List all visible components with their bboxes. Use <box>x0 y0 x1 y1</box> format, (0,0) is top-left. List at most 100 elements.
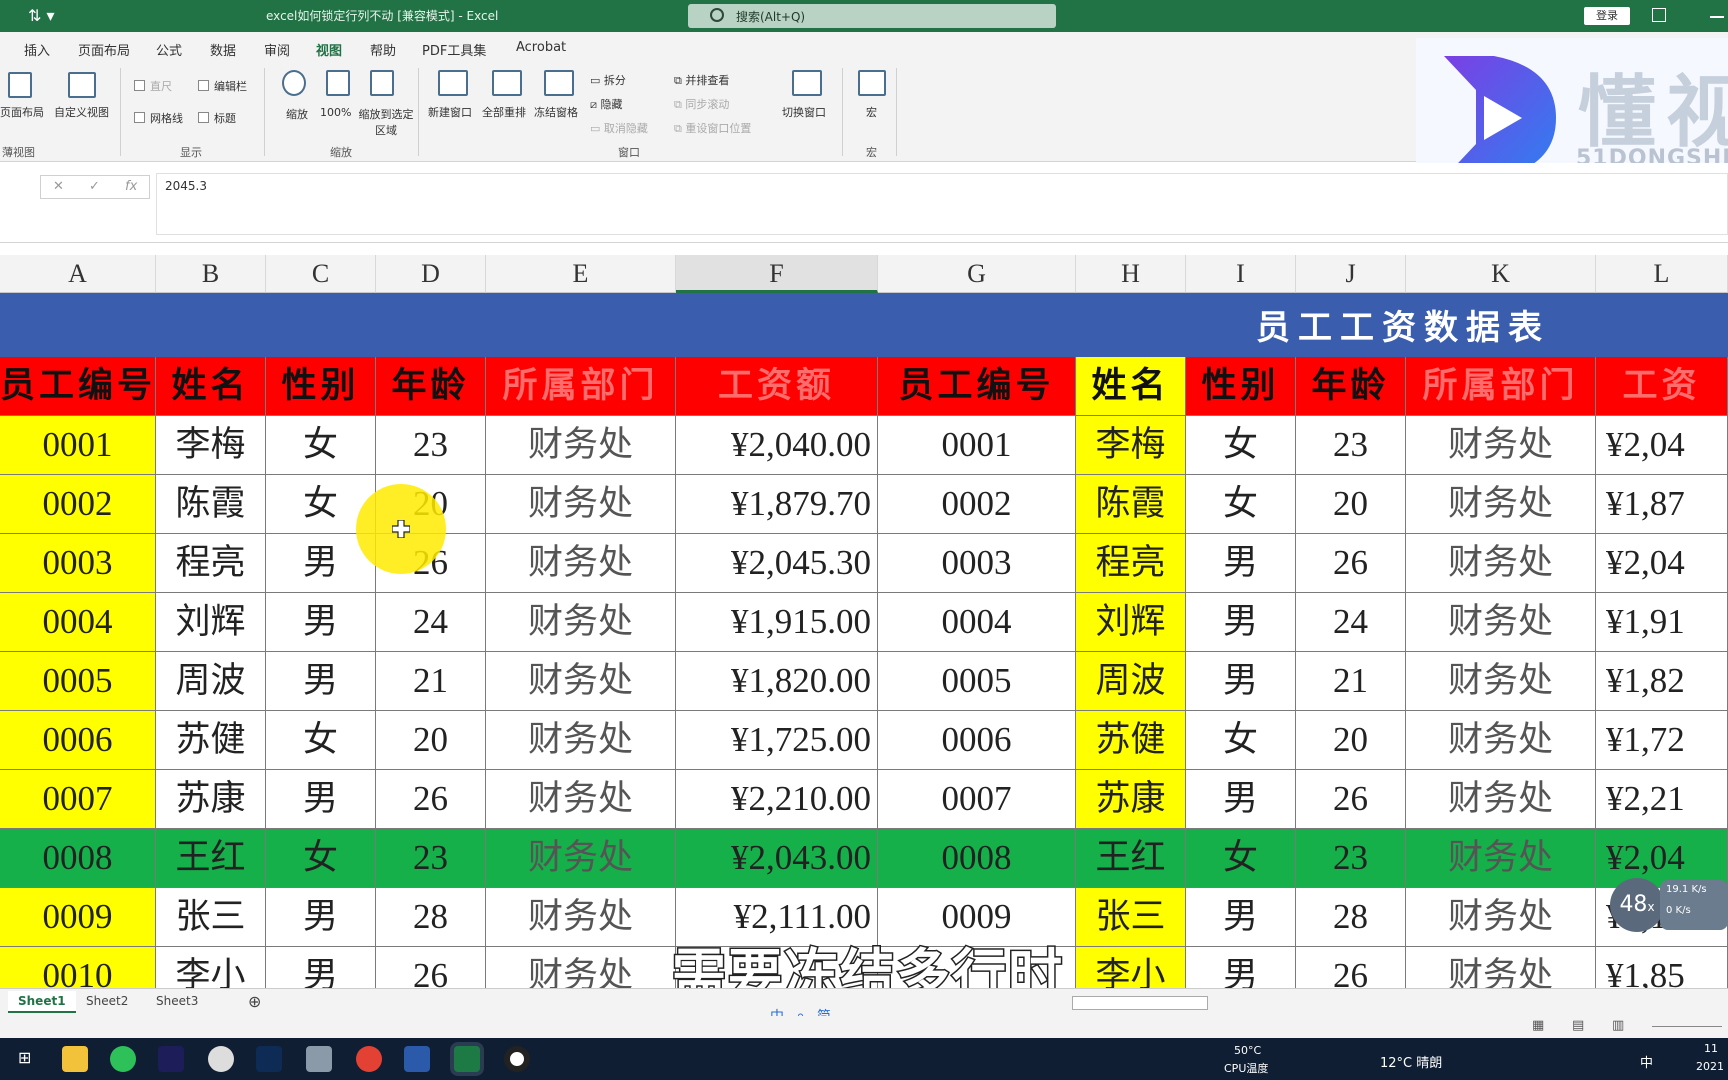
page-break-view-icon[interactable]: ▥ <box>1612 1018 1624 1033</box>
table-cell[interactable]: 男 <box>266 652 376 711</box>
table-cell[interactable]: 28 <box>376 888 486 947</box>
media-app-icon[interactable] <box>208 1046 234 1072</box>
table-cell[interactable]: 20 <box>376 711 486 770</box>
table-cell[interactable]: ¥2,21 <box>1596 770 1728 829</box>
speed-widget[interactable]: 48x <box>1610 878 1664 932</box>
header-cell[interactable]: 工资 <box>1596 357 1728 416</box>
table-cell[interactable]: 苏健 <box>1076 711 1186 770</box>
table-cell[interactable]: 0003 <box>0 534 156 593</box>
table-cell[interactable]: 财务处 <box>1406 652 1596 711</box>
table-cell[interactable]: 财务处 <box>486 652 676 711</box>
table-cell[interactable]: 男 <box>1186 593 1296 652</box>
table-cell[interactable]: 23 <box>376 416 486 475</box>
tab-data[interactable]: 数据 <box>210 40 236 59</box>
table-cell[interactable]: 0005 <box>0 652 156 711</box>
table-cell[interactable]: 女 <box>1186 416 1296 475</box>
table-cell[interactable]: 0001 <box>0 416 156 475</box>
side-by-side-button[interactable]: ⧉ 并排查看 <box>674 72 729 88</box>
table-cell[interactable]: 财务处 <box>1406 416 1596 475</box>
table-cell[interactable]: 财务处 <box>486 475 676 534</box>
sort-icon[interactable]: ⇅ ▾ <box>28 6 55 25</box>
task-view-icon[interactable]: ⊞ <box>18 1048 31 1067</box>
tab-insert[interactable]: 插入 <box>24 40 50 59</box>
table-cell[interactable]: 程亮 <box>1076 534 1186 593</box>
header-cell[interactable]: 性别 <box>266 357 376 416</box>
table-cell[interactable]: 财务处 <box>486 416 676 475</box>
table-cell[interactable]: ¥1,915.00 <box>676 593 878 652</box>
zoom-100-icon[interactable] <box>326 70 350 96</box>
header-cell[interactable]: 员工编号 <box>0 357 156 416</box>
table-cell[interactable]: 王红 <box>1076 829 1186 888</box>
table-cell[interactable]: 0003 <box>878 534 1076 593</box>
formula-bar-checkbox[interactable] <box>198 80 209 91</box>
table-cell[interactable]: ¥2,210.00 <box>676 770 878 829</box>
table-cell[interactable]: 财务处 <box>1406 711 1596 770</box>
table-cell[interactable]: 0007 <box>0 770 156 829</box>
sheet-tab-1[interactable]: Sheet1 <box>8 991 76 1013</box>
table-cell[interactable]: 0005 <box>878 652 1076 711</box>
table-cell[interactable]: 21 <box>376 652 486 711</box>
table-cell[interactable]: 张三 <box>1076 888 1186 947</box>
tab-help[interactable]: 帮助 <box>370 40 396 59</box>
page-layout-view-icon[interactable]: ▤ <box>1572 1018 1584 1033</box>
table-cell[interactable]: 财务处 <box>1406 534 1596 593</box>
header-cell[interactable]: 年龄 <box>376 357 486 416</box>
add-sheet-icon[interactable]: ⊕ <box>238 989 271 1011</box>
normal-view-icon[interactable]: ▦ <box>1532 1018 1544 1033</box>
table-cell[interactable]: ¥1,87 <box>1596 475 1728 534</box>
custom-view-icon[interactable] <box>68 72 96 98</box>
arrange-all-icon[interactable] <box>492 70 522 96</box>
notes-app-icon[interactable] <box>306 1046 332 1072</box>
column-header-f[interactable]: F <box>676 255 878 293</box>
table-cell[interactable]: 周波 <box>1076 652 1186 711</box>
column-header-e[interactable]: E <box>486 255 676 293</box>
audition-icon[interactable] <box>158 1046 184 1072</box>
sync-scroll-button[interactable]: ⧉ 同步滚动 <box>674 96 729 112</box>
hide-button[interactable]: ⧄ 隐藏 <box>590 96 623 112</box>
table-cell[interactable]: 男 <box>1186 888 1296 947</box>
table-cell[interactable]: 财务处 <box>486 593 676 652</box>
zoom-icon[interactable] <box>282 70 306 96</box>
table-cell[interactable]: 女 <box>1186 475 1296 534</box>
table-cell[interactable]: 0009 <box>0 888 156 947</box>
table-cell[interactable]: 21 <box>1296 652 1406 711</box>
table-cell[interactable]: 王红 <box>156 829 266 888</box>
table-cell[interactable]: ¥2,04 <box>1596 534 1728 593</box>
chrome-icon[interactable] <box>356 1046 382 1072</box>
table-cell[interactable]: ¥2,043.00 <box>676 829 878 888</box>
table-cell[interactable]: 财务处 <box>1406 593 1596 652</box>
table-cell[interactable]: 24 <box>1296 593 1406 652</box>
table-cell[interactable]: 女 <box>1186 829 1296 888</box>
column-header-g[interactable]: G <box>878 255 1076 293</box>
arrange-all-button[interactable]: 全部重排 <box>482 104 526 120</box>
table-cell[interactable]: 0006 <box>878 711 1076 770</box>
table-cell[interactable]: 刘辉 <box>156 593 266 652</box>
cancel-icon[interactable]: ✕ <box>53 179 64 194</box>
table-cell[interactable]: 李梅 <box>156 416 266 475</box>
ruler-checkbox[interactable] <box>134 80 145 91</box>
table-cell[interactable]: 23 <box>1296 829 1406 888</box>
table-cell[interactable]: 0007 <box>878 770 1076 829</box>
table-cell[interactable]: 24 <box>376 593 486 652</box>
zoom-selection-button[interactable]: 缩放到选定区域 <box>358 106 414 138</box>
table-cell[interactable]: 女 <box>266 829 376 888</box>
table-cell[interactable]: 女 <box>266 711 376 770</box>
table-cell[interactable]: 女 <box>266 416 376 475</box>
ribbon-display-icon[interactable] <box>1652 8 1666 22</box>
table-cell[interactable]: 0008 <box>0 829 156 888</box>
header-cell[interactable]: 所属部门 <box>1406 357 1596 416</box>
header-cell[interactable]: 工资额 <box>676 357 878 416</box>
table-cell[interactable]: 陈霞 <box>1076 475 1186 534</box>
photoshop-icon[interactable] <box>256 1046 282 1072</box>
weather[interactable]: 12°C 晴朗 <box>1380 1052 1442 1071</box>
fx-icon[interactable]: fx <box>125 179 137 194</box>
table-cell[interactable]: 23 <box>376 829 486 888</box>
header-cell[interactable]: 所属部门 <box>486 357 676 416</box>
search-box[interactable]: 搜索(Alt+Q) <box>688 4 1056 28</box>
table-cell[interactable]: 0004 <box>878 593 1076 652</box>
table-cell[interactable]: ¥2,040.00 <box>676 416 878 475</box>
table-cell[interactable]: 女 <box>1186 711 1296 770</box>
table-cell[interactable]: ¥1,91 <box>1596 593 1728 652</box>
new-window-button[interactable]: 新建窗口 <box>428 104 472 120</box>
table-cell[interactable]: 刘辉 <box>1076 593 1186 652</box>
